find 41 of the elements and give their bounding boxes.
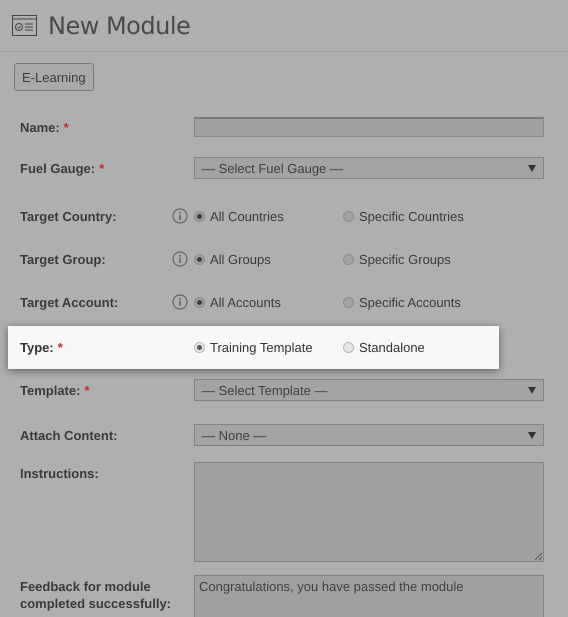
radio-button[interactable] — [194, 342, 205, 353]
radio-button[interactable] — [343, 296, 354, 308]
radio-label: Specific Countries — [359, 208, 464, 224]
text-area[interactable]: Congratulations, you have passed the module — [194, 575, 544, 617]
radio-label: Specific Groups — [359, 252, 451, 266]
field-label: Template: * — [20, 382, 90, 400]
radio-label: Standalone — [359, 340, 425, 355]
field-label: Feedback for module completed successfully: — [20, 578, 172, 612]
field-label: Target Group: — [20, 250, 107, 268]
text-area[interactable] — [194, 462, 544, 562]
info-icon[interactable] — [172, 294, 188, 310]
dropdown[interactable]: — Select Template — — [194, 379, 544, 401]
name-field[interactable] — [194, 117, 544, 137]
e-learning-button[interactable]: E-Learning — [14, 63, 94, 91]
radio-button[interactable] — [343, 210, 354, 222]
module-icon — [12, 15, 37, 36]
dropdown[interactable]: — None — — [194, 424, 544, 446]
dropdown[interactable]: — Select Fuel Gauge — — [194, 157, 544, 179]
radio-label: Specific Accounts — [359, 294, 461, 310]
field-label: Instructions: — [20, 465, 100, 482]
radio-label: All Countries — [210, 208, 284, 224]
info-icon[interactable] — [172, 208, 188, 224]
caret-icon — [528, 386, 536, 394]
field-label: Fuel Gauge: * — [20, 160, 106, 178]
field-label: Target Country: — [20, 208, 118, 226]
field-label: Type: * — [20, 339, 64, 357]
radio-button[interactable] — [194, 296, 205, 308]
caret-icon — [528, 164, 536, 172]
field-label: Attach Content: — [20, 426, 118, 444]
caret-icon — [528, 432, 536, 438]
radio-label: Training Template — [210, 340, 313, 355]
info-icon[interactable] — [172, 251, 188, 267]
field-label: Target Account: — [20, 294, 120, 312]
field-label: Name: * — [20, 118, 70, 136]
radio-button[interactable] — [343, 342, 354, 353]
radio-button[interactable] — [194, 210, 205, 222]
radio-button[interactable] — [194, 254, 205, 264]
radio-label: All Groups — [210, 252, 271, 266]
page-title: New Module — [48, 12, 190, 40]
radio-label: All Accounts — [210, 294, 281, 310]
radio-button[interactable] — [343, 254, 354, 264]
